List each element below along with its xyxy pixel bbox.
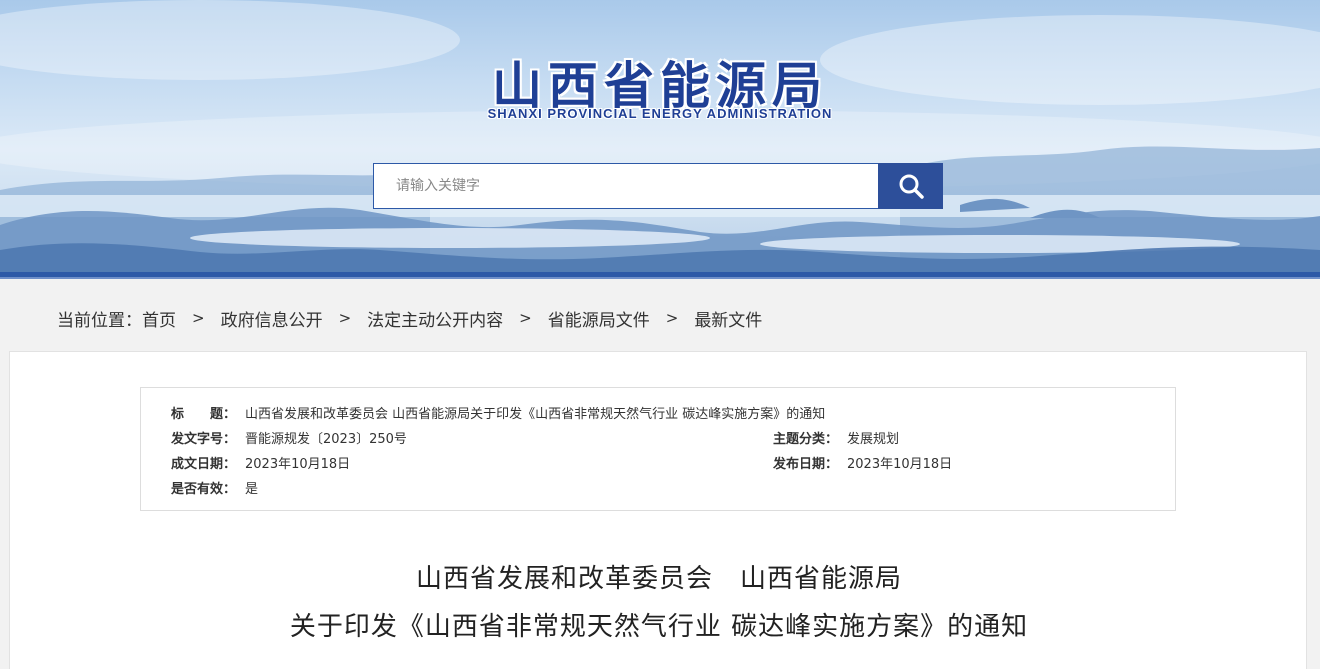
meta-row-title: 标 题： 山西省发展和改革委员会 山西省能源局关于印发《山西省非常规天然气行业 … [171,402,825,422]
breadcrumb-label: 当前位置： [57,310,142,331]
search-icon [899,174,924,199]
meta-row-valid: 是否有效： 是 [171,477,258,497]
document-title-line1: 山西省发展和改革委员会 山西省能源局 [415,564,902,594]
breadcrumb-bureau-documents[interactable]: 省能源局文件 [548,306,650,331]
header-banner: 山西省能源局 SHANXI PROVINCIAL ENERGY ADMINIST… [0,0,1320,272]
breadcrumb: 当前位置： 首页 > 政府信息公开 > 法定主动公开内容 > 省能源局文件 > … [57,305,762,331]
breadcrumb-latest-documents[interactable]: 最新文件 [694,306,762,331]
meta-created-value: 2023年10月18日 [245,456,351,472]
site-logo-en: SHANXI PROVINCIAL ENERGY ADMINISTRATION [487,106,833,121]
breadcrumb-separator: > [519,309,532,327]
meta-created-label: 成文日期： [171,456,237,472]
meta-valid-label: 是否有效： [171,481,237,497]
document-metadata-table: 标 题： 山西省发展和改革委员会 山西省能源局关于印发《山西省非常规天然气行业 … [140,387,1176,511]
meta-row-topic: 主题分类： 发展规划 [773,427,899,447]
banner-divider [0,272,1320,279]
meta-doc-no-value: 晋能源规发〔2023〕250号 [245,431,407,447]
meta-published-label: 发布日期： [773,456,839,472]
meta-row-published: 发布日期： 2023年10月18日 [773,452,952,472]
search-bar [373,163,943,209]
meta-title-label: 标 题： [171,406,237,422]
meta-topic-label: 主题分类： [773,431,839,447]
mountain-scenery [0,0,1320,272]
meta-topic-value: 发展规划 [847,431,900,447]
search-input[interactable] [373,163,878,209]
search-button[interactable] [878,163,943,209]
breadcrumb-separator: > [192,309,205,327]
main-content: 标 题： 山西省发展和改革委员会 山西省能源局关于印发《山西省非常规天然气行业 … [9,351,1307,669]
meta-doc-no-label: 发文字号： [171,431,237,447]
meta-valid-value: 是 [245,481,259,497]
breadcrumb-statutory-content[interactable]: 法定主动公开内容 [367,306,503,331]
meta-title-value: 山西省发展和改革委员会 山西省能源局关于印发《山西省非常规天然气行业 碳达峰实施… [245,406,826,422]
breadcrumb-separator: > [665,309,679,327]
document-title-line2: 关于印发《山西省非常规天然气行业 碳达峰实施方案》的通知 [289,612,1029,642]
breadcrumb-gov-info[interactable]: 政府信息公开 [221,306,323,331]
meta-published-value: 2023年10月18日 [847,456,953,472]
meta-row-doc-no: 发文字号： 晋能源规发〔2023〕250号 [171,427,407,447]
breadcrumb-home[interactable]: 首页 [142,306,176,331]
meta-row-created: 成文日期： 2023年10月18日 [171,452,350,472]
breadcrumb-separator: > [338,309,352,327]
